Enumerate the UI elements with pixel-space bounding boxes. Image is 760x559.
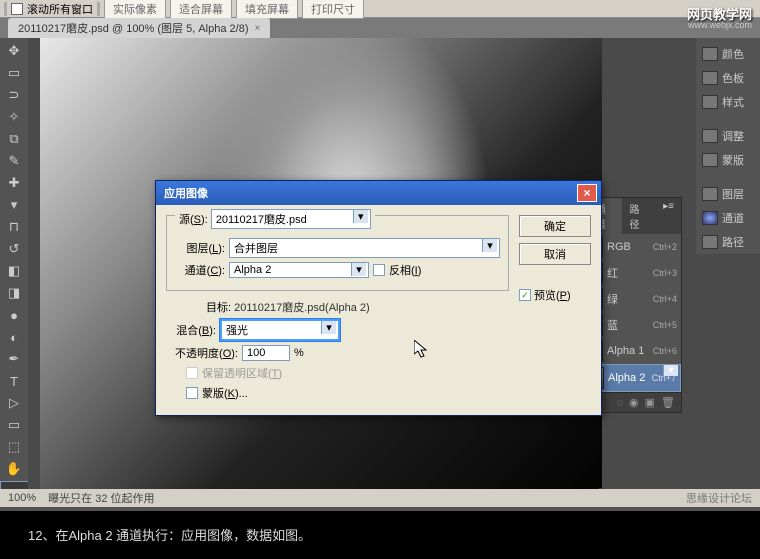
dialog-close-button[interactable]: ×	[577, 184, 597, 202]
preserve-transparency-checkbox	[186, 367, 198, 379]
forum-credit: 思缘设计论坛	[686, 490, 752, 506]
heal-tool[interactable]: ✚	[2, 173, 26, 193]
separator	[97, 2, 100, 16]
opacity-unit: %	[294, 347, 304, 359]
document-tab[interactable]: 20110217磨皮.psd @ 100% (图层 5, Alpha 2/8) …	[8, 18, 270, 38]
panel-swatches[interactable]: 色板	[696, 66, 760, 90]
save-selection-icon[interactable]: ◉	[629, 396, 639, 409]
stamp-tool[interactable]: ⊓	[2, 217, 26, 237]
actual-pixels-button[interactable]: 实际像素	[104, 0, 166, 19]
panel-masks[interactable]: 蒙版	[696, 148, 760, 172]
target-line: 目标: 20110217磨皮.psd(Alpha 2)	[206, 299, 509, 315]
status-bar: 100% 曝光只在 32 位起作用 思缘设计论坛	[0, 489, 760, 507]
watermark-url: www.webjx.com	[688, 20, 752, 30]
layer-select[interactable]: 合并图层	[229, 238, 500, 258]
dialog-titlebar[interactable]: 应用图像 ×	[156, 181, 601, 205]
type-tool[interactable]: T	[2, 371, 26, 391]
lasso-tool[interactable]: ⊃	[2, 85, 26, 105]
crop-tool[interactable]: ⧉	[2, 129, 26, 149]
tab-close-icon[interactable]: ×	[254, 23, 260, 34]
options-bar: 滚动所有窗口 实际像素 适合屏幕 填充屏幕 打印尺寸	[0, 0, 760, 18]
hand-tool[interactable]: ✋	[2, 459, 26, 479]
blur-tool[interactable]: ●	[2, 305, 26, 325]
zoom-level[interactable]: 100%	[8, 492, 36, 504]
mask-checkbox[interactable]	[186, 387, 198, 399]
path-tool[interactable]: ▷	[2, 393, 26, 413]
panel-adjustments[interactable]: 调整	[696, 124, 760, 148]
pen-tool[interactable]: ✒	[2, 349, 26, 369]
ok-button[interactable]: 确定	[519, 215, 591, 237]
apply-image-dialog: 应用图像 × 源(S): 20110217磨皮.psd 图层(L): 合并图层 …	[155, 180, 602, 416]
wand-tool[interactable]: ✧	[2, 107, 26, 127]
source-select[interactable]: 20110217磨皮.psd	[211, 209, 371, 229]
brush-tool[interactable]: ▾	[2, 195, 26, 215]
document-tab-strip: 20110217磨皮.psd @ 100% (图层 5, Alpha 2/8) …	[0, 18, 760, 38]
panel-channels[interactable]: 通道	[696, 206, 760, 230]
tab-paths[interactable]: 路径	[622, 198, 656, 234]
marquee-tool[interactable]: ▭	[2, 63, 26, 83]
invert-label: 反相(I)	[389, 262, 421, 278]
gradient-tool[interactable]: ◨	[2, 283, 26, 303]
delete-channel-icon[interactable]: 🗑	[661, 396, 675, 409]
layers-icon	[702, 187, 718, 201]
channel-label: 通道(C):	[175, 262, 225, 278]
document-title: 20110217磨皮.psd @ 100% (图层 5, Alpha 2/8)	[18, 20, 248, 36]
mask-label: 蒙版(K)...	[202, 385, 248, 401]
preserve-transparency-label: 保留透明区域(T)	[202, 365, 282, 381]
blend-select[interactable]: 强光	[220, 319, 340, 341]
scroll-all-label: 滚动所有窗口	[27, 1, 93, 17]
preview-label: 预览(P)	[534, 287, 571, 303]
mask-icon	[702, 153, 718, 167]
styles-icon	[702, 95, 718, 109]
shape-tool[interactable]: ▭	[2, 415, 26, 435]
3d-tool[interactable]: ⬚	[2, 437, 26, 457]
grip	[4, 2, 7, 16]
panel-layers[interactable]: 图层	[696, 182, 760, 206]
fill-screen-button[interactable]: 填充屏幕	[236, 0, 298, 19]
fit-screen-button[interactable]: 适合屏幕	[170, 0, 232, 19]
tutorial-caption: 12、在Alpha 2 通道执行：应用图像，数据如图。	[0, 511, 760, 559]
preview-checkbox[interactable]: ✓	[519, 289, 531, 301]
status-note: 曝光只在 32 位起作用	[48, 490, 154, 506]
move-tool[interactable]: ✥	[2, 41, 26, 61]
print-size-button[interactable]: 打印尺寸	[302, 0, 364, 19]
right-dock: 颜色 色板 样式 调整 蒙版 图层 通道 路径	[696, 38, 760, 254]
panel-styles[interactable]: 样式	[696, 90, 760, 114]
load-selection-icon[interactable]: ◌	[616, 397, 623, 409]
channels-icon	[702, 211, 718, 225]
cancel-button[interactable]: 取消	[519, 243, 591, 265]
panel-menu-icon[interactable]: ▸≡	[656, 198, 681, 234]
blend-label: 混合(B):	[166, 322, 216, 338]
scroll-all-checkbox[interactable]	[11, 3, 23, 15]
paths-icon	[702, 235, 718, 249]
source-fieldset: 源(S): 20110217磨皮.psd 图层(L): 合并图层 通道(C): …	[166, 215, 509, 291]
layer-label: 图层(L):	[175, 240, 225, 256]
channel-select[interactable]: Alpha 2	[229, 262, 369, 278]
invert-checkbox[interactable]	[373, 264, 385, 276]
dodge-tool[interactable]: ◐	[2, 327, 26, 347]
opacity-input[interactable]	[242, 345, 290, 361]
toolbox: ✥ ▭ ⊃ ✧ ⧉ ✎ ✚ ▾ ⊓ ↺ ◧ ◨ ● ◐ ✒ T ▷ ▭ ⬚ ✋ …	[0, 38, 28, 507]
history-brush-tool[interactable]: ↺	[2, 239, 26, 259]
panel-paths[interactable]: 路径	[696, 230, 760, 254]
swatches-icon	[702, 71, 718, 85]
new-channel-icon[interactable]: ▣	[645, 396, 655, 409]
eyedropper-tool[interactable]: ✎	[2, 151, 26, 171]
dialog-title: 应用图像	[164, 185, 208, 201]
adjust-icon	[702, 129, 718, 143]
eraser-tool[interactable]: ◧	[2, 261, 26, 281]
color-icon	[702, 47, 718, 61]
source-legend: 源(S): 20110217磨皮.psd	[175, 209, 375, 229]
panel-color[interactable]: 颜色	[696, 42, 760, 66]
opacity-label: 不透明度(O):	[166, 345, 238, 361]
